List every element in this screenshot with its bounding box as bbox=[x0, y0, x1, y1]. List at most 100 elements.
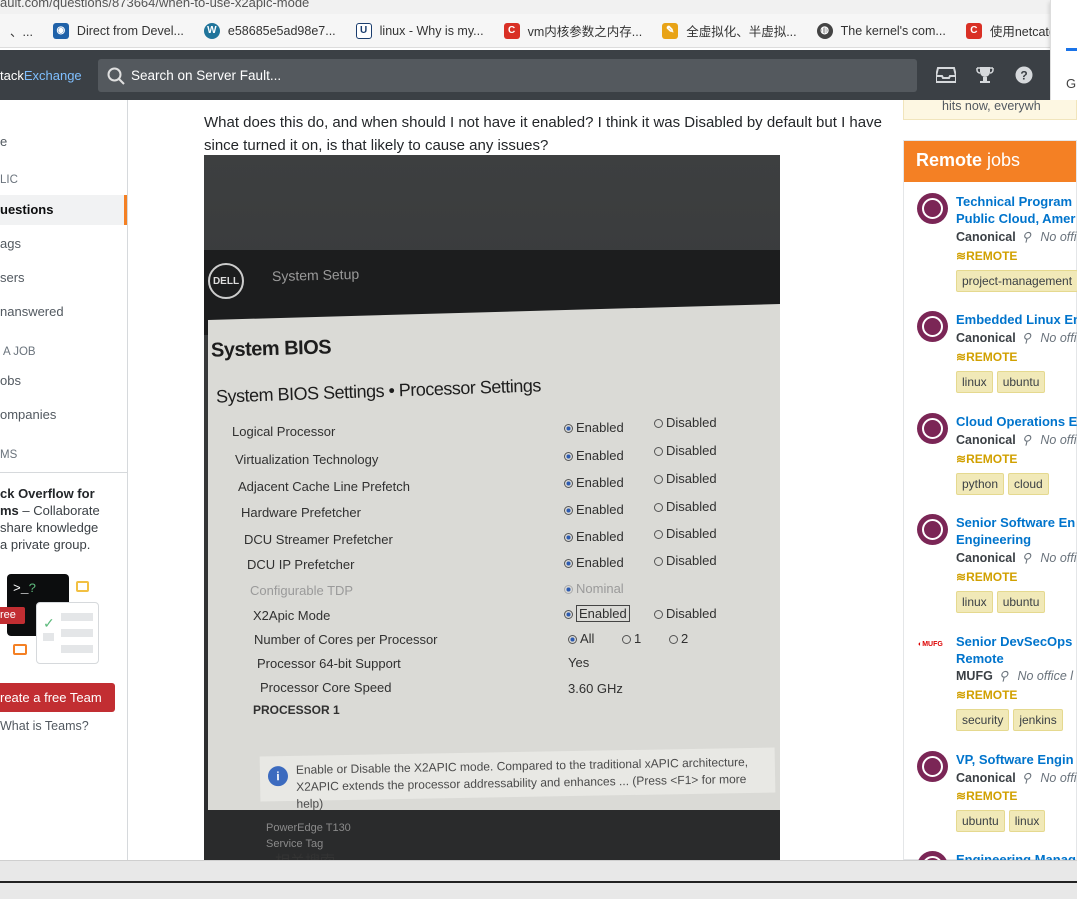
wifi-icon: ≋ bbox=[956, 570, 967, 584]
bookmark-4[interactable]: Cvm内核参数之内存... bbox=[494, 21, 653, 40]
sidebar-item-users[interactable]: sers bbox=[0, 263, 127, 293]
what-is-teams-link[interactable]: What is Teams? bbox=[0, 719, 89, 733]
sidebar-item-unanswered[interactable]: nanswered bbox=[0, 297, 127, 327]
job-company: Canonical ⚲ No offi bbox=[956, 230, 1077, 244]
sidebar-item-jobs[interactable]: obs bbox=[0, 366, 127, 396]
bios-option: Enabled bbox=[564, 448, 624, 463]
job-title[interactable]: Engineering Manag bbox=[956, 851, 1077, 860]
bookmark-label: e58685e5ad98e7... bbox=[227, 23, 336, 38]
job-company: MUFG ⚲ No office l bbox=[956, 669, 1074, 683]
create-team-button[interactable]: reate a free Team bbox=[0, 683, 115, 712]
bookmark-7[interactable]: C 使用netcat(nc命令 bbox=[956, 21, 1050, 40]
bios-option: Nominal bbox=[564, 581, 624, 596]
bookmark-5[interactable]: ✎ 全虚拟化、半虚拟... bbox=[652, 21, 806, 40]
search-input[interactable]: Search on Server Fault... bbox=[98, 59, 917, 92]
jobs-title-rest: jobs bbox=[982, 150, 1021, 170]
tag[interactable]: linux bbox=[956, 371, 993, 393]
sidebar-item-companies[interactable]: ompanies bbox=[0, 400, 127, 430]
bios-row: Processor Core Speed 3.60 GHz bbox=[204, 679, 780, 703]
bios-option: Enabled bbox=[564, 529, 624, 544]
bookmark-1[interactable]: ◉ Direct from Devel... bbox=[43, 22, 194, 39]
bios-row: Configurable TDP Nominal bbox=[204, 581, 780, 605]
tag[interactable]: cloud bbox=[1008, 473, 1049, 495]
bios-option: Disabled bbox=[654, 606, 717, 621]
bios-option: Disabled bbox=[654, 471, 717, 486]
bookmark-6[interactable]: ◍ The kernel's com... bbox=[807, 22, 956, 39]
canonical-logo-icon bbox=[917, 311, 948, 342]
tag[interactable]: ubuntu bbox=[996, 591, 1046, 613]
address-bar[interactable]: ault.com/questions/873664/when-to-use-x2… bbox=[0, 0, 1077, 14]
bios-label: Logical Processor bbox=[232, 424, 336, 439]
remote-badge: ≋REMOTE bbox=[956, 688, 1018, 702]
pen-icon: ✎ bbox=[662, 22, 679, 39]
teams-title: ck Overflow for bbox=[0, 486, 95, 501]
info-icon: i bbox=[267, 766, 289, 787]
stackexchange-logo[interactable]: tackExchange bbox=[0, 68, 98, 83]
canonical-logo-icon bbox=[917, 751, 948, 782]
bios-option: Enabled bbox=[564, 420, 624, 435]
bookmark-label: 全虚拟化、半虚拟... bbox=[686, 25, 797, 39]
remote-badge: ≋REMOTE bbox=[956, 789, 1018, 803]
job-title[interactable]: Senior DevSecOps Remote bbox=[956, 633, 1077, 667]
tag[interactable]: ubuntu bbox=[956, 810, 1005, 832]
community-bulletin: hits now, everywh bbox=[903, 100, 1077, 120]
wifi-icon: ≋ bbox=[956, 452, 967, 466]
bookmark-label: 使用netcat(nc命令 bbox=[989, 25, 1050, 39]
sidebar-heading-jobs: A JOB bbox=[3, 346, 36, 358]
browser-popup[interactable]: G bbox=[1050, 0, 1077, 110]
sidebar-item-tags[interactable]: ags bbox=[0, 229, 127, 259]
globe-icon: ◉ bbox=[52, 22, 69, 39]
help-icon[interactable]: ? bbox=[1013, 64, 1035, 86]
right-sidebar: hits now, everywh Remote jobs Technical … bbox=[903, 100, 1077, 860]
tag[interactable]: project-management bbox=[956, 270, 1077, 292]
tag[interactable]: linux bbox=[956, 591, 993, 613]
popup-text: G bbox=[1066, 76, 1077, 91]
job-title[interactable]: Embedded Linux En bbox=[956, 311, 1077, 328]
location-pin-icon: ⚲ bbox=[1021, 551, 1031, 565]
bios-option: Disabled bbox=[654, 415, 717, 430]
inbox-icon[interactable] bbox=[935, 64, 957, 86]
logo-suffix: Exchange bbox=[23, 67, 82, 83]
remote-badge: ≋REMOTE bbox=[956, 570, 1018, 584]
bios-screenshot-photo[interactable]: DELL System Setup System BIOS System BIO… bbox=[204, 155, 780, 860]
tag[interactable]: jenkins bbox=[1013, 709, 1063, 731]
sidebar-item-label: e bbox=[0, 134, 8, 149]
sidebar-item-label: ompanies bbox=[0, 407, 57, 422]
bookmarks-bar: 、... ◉ Direct from Devel... We58685e5ad98… bbox=[0, 14, 1050, 48]
sidebar-heading-teams: MS bbox=[0, 449, 18, 461]
sidebar-item-questions[interactable]: uestions bbox=[0, 195, 127, 225]
tag[interactable]: linux bbox=[1008, 810, 1046, 832]
job-company: Canonical ⚲ No offi bbox=[956, 331, 1077, 345]
job-title[interactable]: VP, Software Engin bbox=[956, 751, 1077, 768]
bookmark-3[interactable]: Ulinux - Why is my... bbox=[346, 22, 494, 39]
search-icon bbox=[107, 67, 125, 85]
job-title[interactable]: Cloud Operations E bbox=[956, 413, 1077, 430]
teams-desc: – Collaborate bbox=[18, 503, 100, 518]
job-title[interactable]: Technical Program Public Cloud, Amer bbox=[956, 193, 1077, 227]
bios-option: Enabled bbox=[564, 475, 624, 490]
bios-row: Logical Processor Enabled Disabled bbox=[204, 415, 780, 444]
bookmark-label: linux - Why is my... bbox=[379, 23, 484, 38]
tag[interactable]: python bbox=[956, 473, 1005, 495]
sidebar-item-label: sers bbox=[0, 270, 25, 285]
trophy-icon[interactable] bbox=[974, 64, 996, 86]
canonical-logo-icon bbox=[917, 413, 948, 444]
tag[interactable]: ubuntu bbox=[996, 371, 1046, 393]
sidebar-heading-public: LIC bbox=[0, 174, 18, 186]
jobs-title-bold: Remote bbox=[916, 150, 983, 170]
sidebar-item-label: obs bbox=[0, 373, 21, 388]
tag[interactable]: security bbox=[956, 709, 1010, 731]
remote-badge: ≋REMOTE bbox=[956, 452, 1018, 466]
logo-prefix: tack bbox=[0, 67, 24, 83]
sidebar-item-home[interactable]: e bbox=[0, 127, 127, 157]
job-company: Canonical ⚲ No offi bbox=[956, 433, 1077, 447]
bios-label: Virtualization Technology bbox=[235, 452, 379, 467]
remote-jobs-header: Remote jobs bbox=[904, 141, 1076, 182]
wifi-icon: ≋ bbox=[956, 350, 967, 364]
bookmark-2[interactable]: We58685e5ad98e7... bbox=[194, 22, 346, 39]
location-pin-icon: ⚲ bbox=[1021, 230, 1031, 244]
teams-desc-2: share knowledge bbox=[0, 520, 99, 535]
free-badge: ree bbox=[0, 607, 25, 624]
bookmark-0[interactable]: 、... bbox=[0, 21, 43, 40]
job-title[interactable]: Senior Software En Engineering bbox=[956, 514, 1077, 548]
